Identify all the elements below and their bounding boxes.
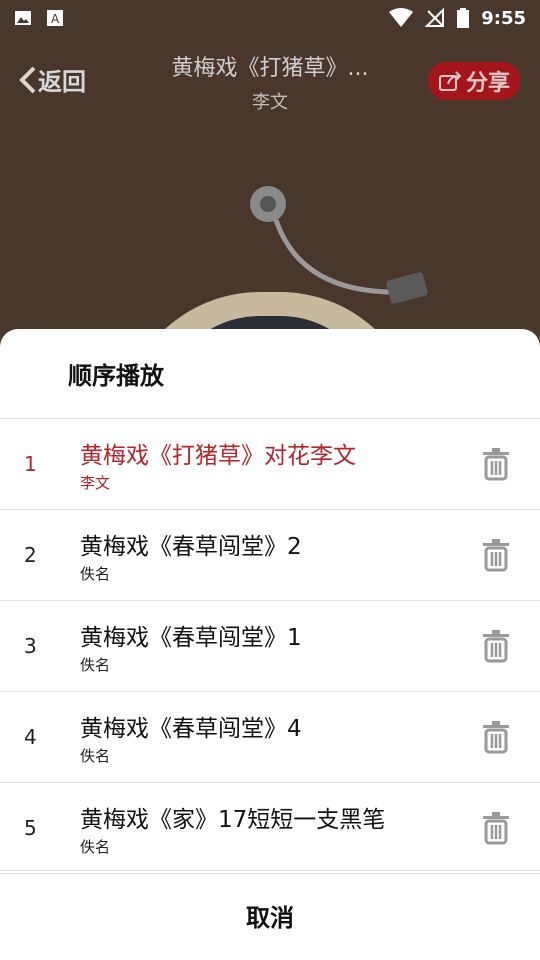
item-artist: 李文 [80,473,111,492]
cancel-label: 取消 [246,904,294,932]
playlist-item[interactable]: 1 黄梅戏《打猪草》对花李文 李文 [0,419,540,510]
trash-icon [483,539,509,572]
item-artist: 佚名 [80,837,111,856]
item-artist: 佚名 [80,655,111,674]
item-artist: 佚名 [80,564,111,583]
item-title: 黄梅戏《春草闯堂》4 [80,715,302,742]
trash-icon [483,721,509,754]
delete-button[interactable] [466,538,526,572]
item-title: 黄梅戏《春草闯堂》1 [80,624,302,651]
delete-button[interactable] [466,447,526,481]
delete-button[interactable] [466,720,526,754]
playlist-item[interactable]: 4 黄梅戏《春草闯堂》4 佚名 [0,692,540,783]
item-index: 2 [24,543,37,567]
delete-button[interactable] [466,811,526,845]
item-artist: 佚名 [80,746,111,765]
item-index: 1 [24,452,37,476]
item-index: 5 [24,816,37,840]
cancel-button[interactable]: 取消 [0,870,540,960]
trash-icon [483,630,509,663]
item-title: 黄梅戏《春草闯堂》2 [80,533,302,560]
item-index: 3 [24,634,37,658]
playlist-item[interactable]: 3 黄梅戏《春草闯堂》1 佚名 [0,601,540,692]
item-title: 黄梅戏《打猪草》对花李文 [80,442,356,469]
item-index: 4 [24,725,37,749]
playlist-item[interactable]: 2 黄梅戏《春草闯堂》2 佚名 [0,510,540,601]
trash-icon [483,448,509,481]
trash-icon [483,812,509,845]
play-mode-label: 顺序播放 [68,362,164,390]
playlist-item[interactable]: 5 黄梅戏《家》17短短一支黑笔 佚名 [0,783,540,874]
play-mode-button[interactable]: 顺序播放 [0,329,540,419]
delete-button[interactable] [466,629,526,663]
playlist-sheet: 顺序播放 1 黄梅戏《打猪草》对花李文 李文 2 黄梅戏《春草闯堂》2 佚名 3… [0,329,540,960]
item-title: 黄梅戏《家》17短短一支黑笔 [80,806,386,833]
